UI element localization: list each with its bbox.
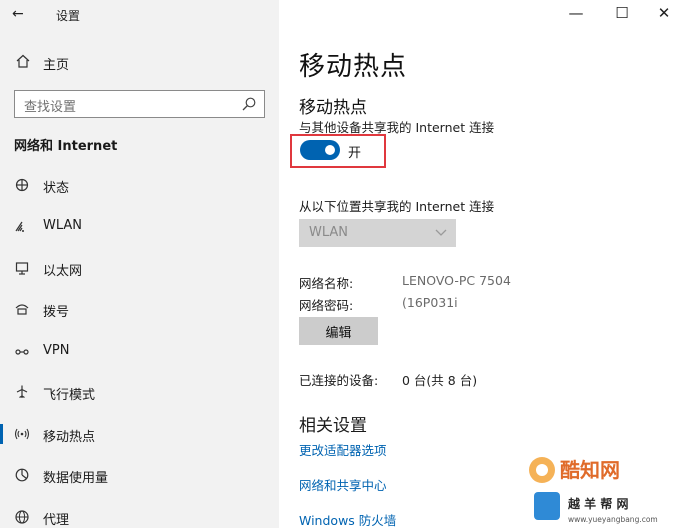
page-title: 移动热点 [299, 52, 408, 82]
network-name-label: 网络名称: [299, 276, 354, 291]
connected-devices-value: 0 台(共 8 台) [402, 373, 478, 388]
share-from-label: 从以下位置共享我的 Internet 连接 [299, 199, 495, 214]
close-button[interactable]: ✕ [654, 4, 674, 22]
link-adapter-options[interactable]: 更改适配器选项 [299, 440, 387, 459]
sidebar-item-hotspot[interactable]: 移动热点 [0, 419, 279, 449]
dialup-icon [15, 304, 29, 315]
sidebar-item-proxy[interactable]: 代理 [0, 502, 279, 528]
link-network-sharing-center[interactable]: 网络和共享中心 [299, 475, 387, 494]
section-title: 网络和 Internet [14, 139, 118, 154]
maximize-button[interactable]: ☐ [612, 4, 632, 22]
ethernet-icon [15, 262, 29, 275]
related-settings-heading: 相关设置 [299, 416, 367, 436]
minimize-button[interactable]: — [566, 4, 586, 22]
toggle-state-label: 开 [348, 146, 362, 161]
sidebar-item-label: 飞行模式 [43, 388, 96, 403]
wifi-icon [15, 221, 24, 232]
sidebar-item-wlan[interactable]: WLAN [0, 211, 279, 241]
hotspot-icon [14, 428, 30, 440]
sidebar-item-home[interactable]: 主页 [0, 48, 279, 76]
hotspot-heading: 移动热点 [299, 98, 367, 118]
sidebar-item-ethernet[interactable]: 以太网 [0, 253, 279, 283]
back-arrow-icon[interactable]: ← [12, 6, 24, 22]
globe-icon [15, 510, 29, 524]
connected-devices-label: 已连接的设备: [299, 373, 379, 388]
search-placeholder: 查找设置 [24, 100, 77, 115]
sidebar: ← 设置 主页 查找设置 网络和 Internet 状态 WLAN 以太网 拨号… [0, 0, 279, 528]
sidebar-item-label: 数据使用量 [43, 471, 109, 486]
sidebar-item-label: 以太网 [43, 264, 83, 279]
watermark-logo: 酷知网 越 羊 帮 网 www.yueyangbang.com [529, 457, 658, 524]
search-input[interactable]: 查找设置 [14, 90, 265, 118]
hotspot-toggle[interactable] [300, 140, 340, 160]
home-icon [16, 54, 30, 68]
sidebar-item-label: 主页 [43, 58, 70, 73]
sidebar-item-label: WLAN [43, 218, 83, 233]
sidebar-item-airplane[interactable]: 飞行模式 [0, 377, 279, 407]
sidebar-item-label: 拨号 [43, 305, 70, 320]
svg-text:越 羊 帮 网: 越 羊 帮 网 [567, 496, 629, 511]
content-pane: — ☐ ✕ 移动热点 移动热点 与其他设备共享我的 Internet 连接 开 … [279, 0, 682, 528]
sidebar-item-label: 代理 [43, 513, 70, 528]
watermark-url: www.yueyangbang.com [568, 515, 658, 524]
network-name-value: LENOVO-PC 7504 [402, 273, 511, 288]
link-windows-firewall[interactable]: Windows 防火墙 [299, 510, 396, 528]
sidebar-item-label: VPN [43, 343, 70, 358]
share-from-select[interactable]: WLAN [299, 219, 456, 247]
sidebar-item-label: 状态 [43, 181, 70, 196]
airplane-icon [16, 385, 28, 399]
toggle-knob [325, 145, 335, 155]
sidebar-item-dialup[interactable]: 拨号 [0, 294, 279, 324]
sidebar-item-data-usage[interactable]: 数据使用量 [0, 460, 279, 490]
sidebar-item-status[interactable]: 状态 [0, 170, 279, 200]
chevron-down-icon [435, 229, 447, 236]
title-bar: ← 设置 [0, 0, 279, 30]
edit-button[interactable]: 编辑 [299, 317, 378, 345]
app-title: 设置 [56, 9, 81, 23]
vpn-icon [15, 349, 29, 355]
network-password-label: 网络密码: [299, 298, 354, 313]
sidebar-item-label: 移动热点 [43, 430, 96, 445]
search-icon[interactable] [241, 96, 257, 112]
select-value: WLAN [309, 225, 349, 240]
network-password-value: (16P031i [402, 295, 458, 310]
sidebar-item-vpn[interactable]: VPN [0, 336, 279, 366]
data-usage-icon [15, 468, 29, 482]
status-icon [15, 178, 29, 192]
watermark-title: 酷知网 [560, 458, 620, 482]
